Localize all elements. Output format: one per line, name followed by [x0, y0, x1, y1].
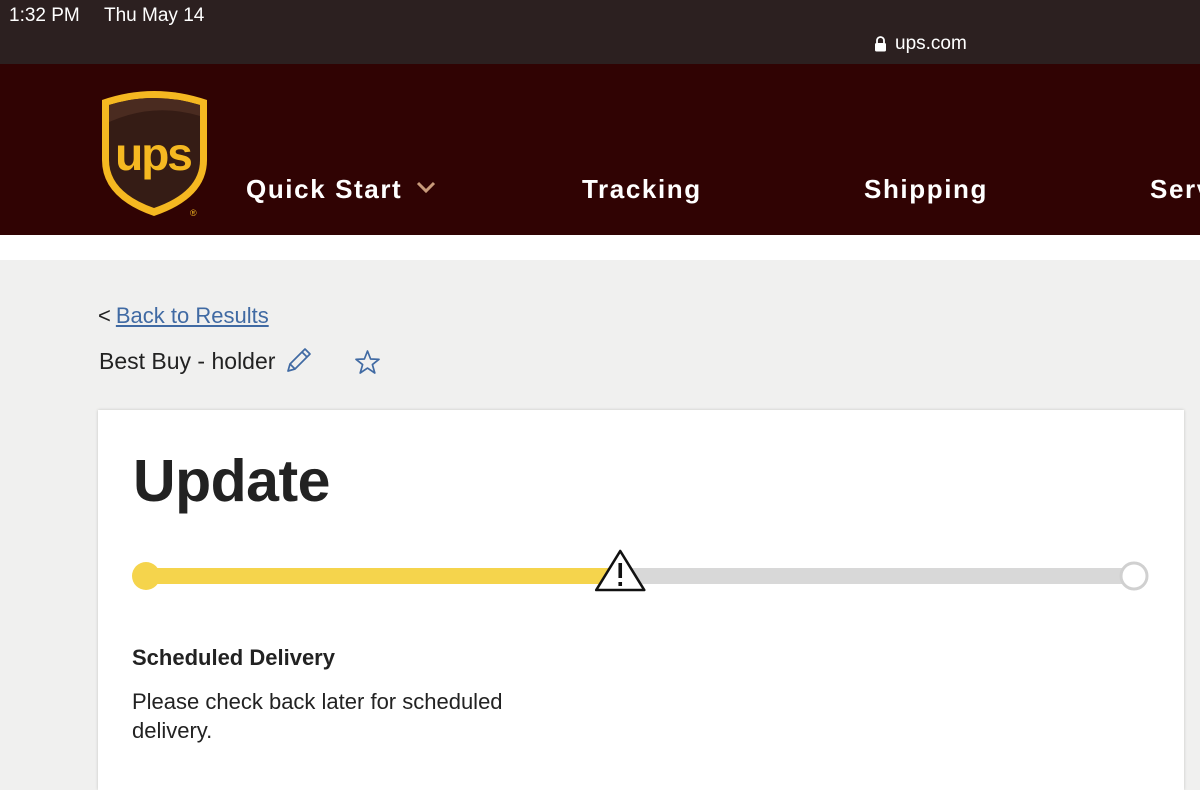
- nav-quick-start[interactable]: Quick Start: [246, 174, 402, 205]
- back-chevron: <: [98, 303, 111, 328]
- progress-fill: [146, 568, 621, 584]
- scheduled-delivery-text: Please check back later for scheduled de…: [132, 689, 503, 743]
- status-bar: 1:32 PM Thu May 14 ups.com: [0, 0, 1200, 64]
- svg-text:®: ®: [190, 208, 197, 218]
- url-text: ups.com: [895, 33, 967, 54]
- logo-text: ups: [115, 128, 191, 180]
- chevron-down-icon[interactable]: [416, 180, 436, 194]
- address-bar[interactable]: ups.com: [874, 33, 967, 55]
- progress-track: [146, 568, 1134, 584]
- status-time: 1:32 PM: [9, 5, 80, 26]
- status-title: Update: [133, 448, 330, 514]
- nav-tracking[interactable]: Tracking: [582, 174, 702, 205]
- star-icon[interactable]: [354, 349, 381, 376]
- lock-icon: [875, 36, 886, 52]
- tracking-status-card: Update Scheduled Delivery Please check b…: [98, 410, 1184, 790]
- back-to-results-link[interactable]: Back to Results: [116, 303, 269, 329]
- ups-shield-logo[interactable]: ups ®: [98, 88, 211, 218]
- progress-start-dot: [132, 562, 160, 590]
- progress-end-dot: [1119, 561, 1149, 591]
- warning-triangle-icon: [594, 549, 646, 592]
- package-name: Best Buy - holder: [99, 348, 276, 374]
- pencil-icon[interactable]: [284, 345, 314, 375]
- nav-shipping[interactable]: Shipping: [864, 174, 988, 205]
- site-header: ups ® Quick Start Tracking Shipping Serv: [0, 64, 1200, 235]
- header-divider: [0, 235, 1200, 260]
- nav-services[interactable]: Serv: [1150, 174, 1200, 205]
- status-date: Thu May 14: [104, 5, 205, 26]
- breadcrumb: < Back to Results: [98, 303, 269, 329]
- scheduled-delivery-label: Scheduled Delivery: [132, 645, 335, 670]
